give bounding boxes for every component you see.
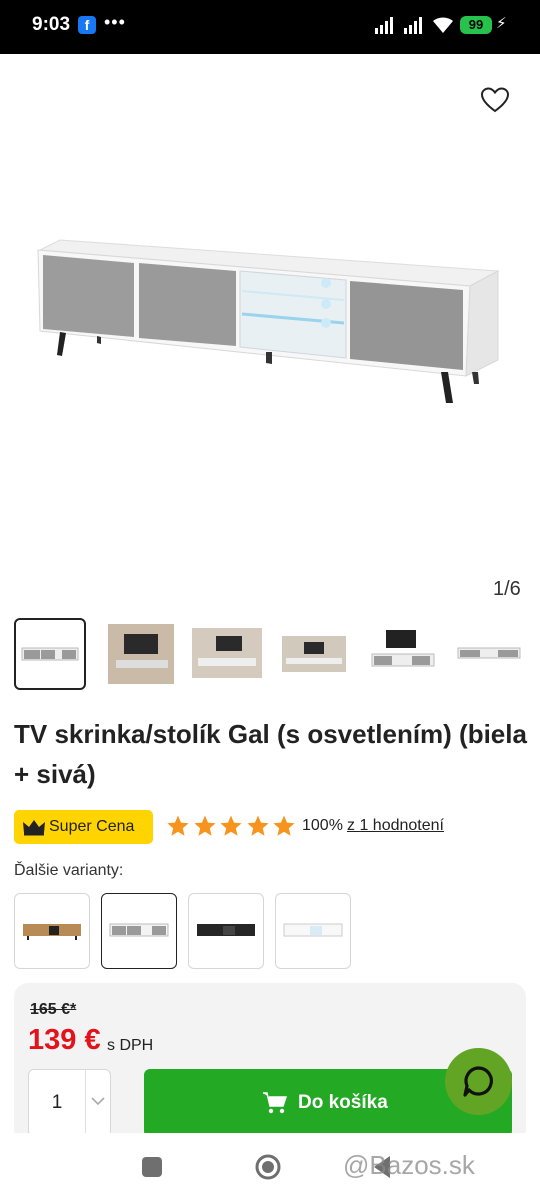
- signal-icon-2: [404, 17, 422, 34]
- bazos-watermark: @Bazos.sk: [343, 1150, 475, 1180]
- gallery-counter: 1/6: [493, 578, 521, 600]
- quantity-divider: [85, 1070, 86, 1136]
- product-title: TV skrinka/stolík Gal (s osvetlením) (bi…: [14, 719, 527, 789]
- crown-icon: [23, 820, 45, 836]
- thumbnail-4[interactable]: [280, 618, 352, 690]
- thumbnail-6[interactable]: [452, 618, 524, 690]
- chat-bubble-icon: [463, 1066, 493, 1097]
- quantity-value[interactable]: 1: [29, 1092, 85, 1114]
- thumbnail-3[interactable]: [192, 618, 264, 690]
- wifi-icon: [433, 17, 453, 33]
- thumbnail-1[interactable]: [14, 618, 86, 690]
- battery-icon: 99: [460, 16, 492, 34]
- badge-label: Super Cena: [49, 818, 135, 835]
- more-dots-icon: •••: [104, 12, 126, 32]
- star-icon: [167, 815, 189, 836]
- rating-count-link[interactable]: z 1 hodnotení: [347, 817, 444, 835]
- star-icon: [193, 815, 216, 836]
- super-cena-badge: Super Cena: [14, 810, 153, 844]
- charging-icon: ⚡: [496, 15, 507, 32]
- rating-percent: 100%: [302, 817, 343, 834]
- star-icon: [273, 815, 295, 836]
- product-gallery[interactable]: [0, 54, 540, 610]
- variant-white-gray[interactable]: [101, 893, 177, 969]
- variant-white[interactable]: [275, 893, 351, 969]
- status-bar: 9:03 f ••• 99 ⚡: [0, 0, 540, 54]
- variant-oak[interactable]: [14, 893, 90, 969]
- home-icon[interactable]: [254, 1153, 282, 1181]
- favorite-heart-icon[interactable]: [480, 86, 510, 114]
- variant-black[interactable]: [188, 893, 264, 969]
- old-price: 165 €*: [30, 1001, 77, 1018]
- chevron-down-icon[interactable]: [91, 1096, 105, 1106]
- star-icon: [246, 815, 269, 836]
- thumbnail-strip: [14, 618, 540, 692]
- variants-label: Ďalšie varianty:: [14, 862, 124, 879]
- chat-button[interactable]: [445, 1048, 512, 1115]
- recent-apps-icon[interactable]: [142, 1157, 162, 1177]
- cart-icon: [263, 1092, 288, 1114]
- current-price: 139 €: [28, 1024, 101, 1056]
- quantity-selector[interactable]: 1: [28, 1069, 111, 1137]
- star-icon: [220, 815, 242, 836]
- rating-stars: [166, 814, 299, 842]
- vat-label: s DPH: [107, 1037, 154, 1054]
- cart-button-label: Do košíka: [298, 1092, 388, 1113]
- product-image: [37, 239, 500, 403]
- thumbnail-2[interactable]: [106, 618, 178, 690]
- status-time: 9:03: [32, 14, 71, 35]
- thumbnail-5[interactable]: [366, 618, 438, 690]
- signal-icon: [375, 17, 393, 34]
- facebook-icon: f: [78, 16, 96, 34]
